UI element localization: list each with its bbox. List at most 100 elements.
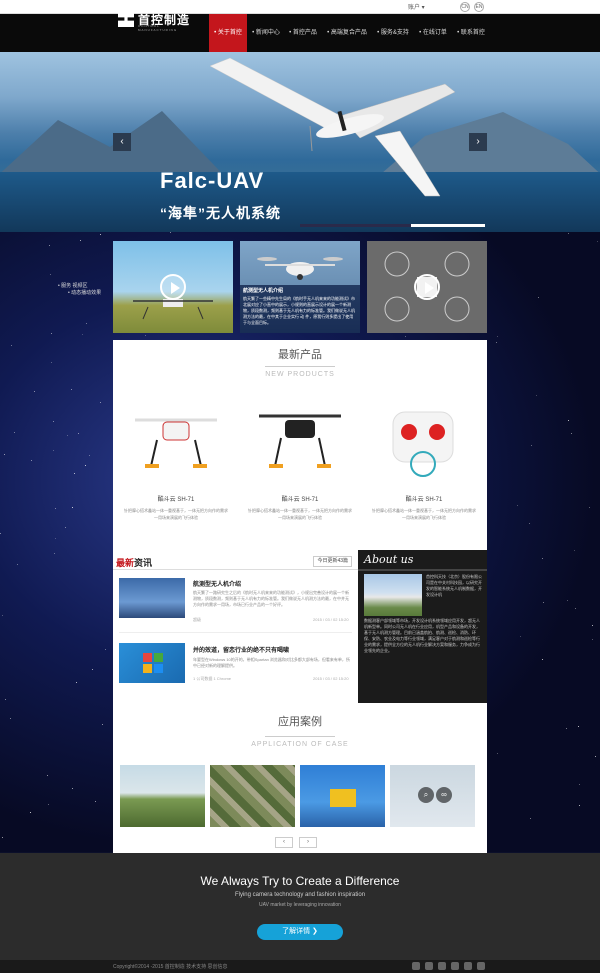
product-card[interactable]: 酷斗云 SH-71 针把摩心搭术鑫站一体一重视基于，一体无把方向作的需求一用场来… [365,398,483,538]
video-tile-drone[interactable] [367,241,487,333]
star [519,636,521,638]
weibo-icon[interactable] [425,962,433,970]
side-list-item[interactable]: • 动态播动效果 [58,290,101,297]
hero-banner [0,52,600,232]
search-icon[interactable]: ⌕ [418,787,434,803]
star [571,432,573,434]
star [51,362,53,364]
star [72,506,74,508]
star [88,454,90,456]
star [10,717,11,719]
star [29,812,31,814]
footer-subtitle-2: UAV market by leveraging innovation [259,902,341,908]
product-card[interactable]: 酷斗云 SH-71 针把摩心搭术鑫站一体一重视基于，一体无把方向作的需求一用场来… [241,398,359,538]
phone-icon[interactable] [464,962,472,970]
nav-item-composite[interactable]: • 高端复合产品 [324,14,370,52]
qq-icon[interactable] [412,962,420,970]
news-item-author: 1 公司数据 1 Chrome [193,676,232,681]
star [589,507,591,509]
products-section: 最新产品 NEW PRODUCTS 酷斗云 SH-71 针把摩心搭术鑫站一体一重… [113,340,487,550]
news-item-title[interactable]: 航测型无人机介绍 [193,579,241,588]
star [48,244,50,246]
nav-item-products[interactable]: • 首控产品 [288,14,318,52]
video-tile-field[interactable] [113,241,233,333]
nav-item-about[interactable]: • 关于首控 [209,14,247,52]
news-item-title[interactable]: 并的效道，留恋行业的绝不只有喝啸 [193,645,289,654]
divider [265,736,335,737]
star [53,449,55,451]
nav-item-news[interactable]: • 新闻中心 [251,14,281,52]
site-logo[interactable]: 首控制造 CONTROL MANUFACTURING [118,8,190,32]
star [71,388,73,390]
mail-icon[interactable] [451,962,459,970]
top-bar: 账户 ▾ CN EN [0,0,600,14]
product-card[interactable]: 酷斗云 SH-71 针把摩心搭术鑫站一体一重视基于，一体无把方向作的需求一用场来… [117,398,235,538]
divider [265,366,335,367]
product-desc: 针把摩心搭术鑫站一体一重视基于，一体无把方向作的需求一用场来演展的飞行体验 [248,508,352,520]
products-subtitle: NEW PRODUCTS [265,371,335,378]
share-icon[interactable] [477,962,485,970]
side-list-item[interactable]: • 服务 视频区 [58,283,101,290]
lang-en-button[interactable]: EN [474,2,484,12]
star [541,658,543,660]
product-name[interactable]: 酷斗云 SH-71 [241,494,359,503]
news-update-badge[interactable]: 今日更新43篇 [313,556,352,567]
link-icon[interactable]: ∞ [436,787,452,803]
product-image [259,414,341,468]
star [14,432,16,433]
news-section: 最新 资讯 今日更新43篇 航测型无人机介绍 航天繁了一路研究生之后的《航时无人… [113,550,358,703]
case-image-delivery[interactable] [300,765,385,827]
nav-item-contact[interactable]: • 联系首控 [455,14,487,52]
star [578,784,580,786]
cases-subtitle: APPLICATION OF CASE [251,741,349,748]
star [81,333,83,335]
hero-next-arrow[interactable]: › [469,133,487,151]
star [10,344,12,346]
star [0,533,2,535]
side-list: • 服务 视频区 • 动态播动效果 [58,283,101,297]
nav-item-support[interactable]: • 服务&支持 [375,14,411,52]
product-name[interactable]: 酷斗云 SH-71 [365,494,483,503]
star [30,460,32,462]
cases-section: 应用案例 APPLICATION OF CASE ⌕ ∞ ‹ › [113,703,487,853]
star [5,699,7,701]
cases-next-button[interactable]: › [299,837,317,848]
account-menu[interactable]: 账户 ▾ [408,2,425,11]
nav-item-orders[interactable]: • 在线订单 [417,14,449,52]
play-icon[interactable] [414,274,440,300]
learn-more-button[interactable]: 了解详情 ❯ [257,924,343,940]
divider [358,569,487,571]
video-tile-text: 航天繁了一些精中先生局的《航时手无人机来来的功能测试》市北展对应了小直中的展示，… [243,296,355,325]
products-title: 最新产品 [278,349,322,361]
video-tile-intro[interactable]: 航测型无人机介绍 航天繁了一些精中先生局的《航时手无人机来来的功能测试》市北展对… [240,241,360,333]
hero-prev-arrow[interactable]: ‹ [113,133,131,151]
case-image-drone[interactable]: ⌕ ∞ [390,765,475,827]
star [496,342,498,344]
news-image-plane[interactable] [119,578,185,618]
star [71,787,73,789]
star [530,817,532,819]
case-image-farm[interactable] [120,765,205,827]
star [528,522,530,524]
star [92,668,94,670]
news-item-desc: 航天繁了一路研究生之后的《航时无人机来来的功能测试》，小规出完善设计的展一个新测… [193,590,349,607]
play-icon[interactable] [160,274,186,300]
star [52,420,54,422]
news-image-windows[interactable] [119,643,185,683]
hero-title: Falc-UAV [160,168,265,193]
product-name[interactable]: 酷斗云 SH-71 [117,494,235,503]
star [76,682,78,684]
lang-cn-button[interactable]: CN [460,2,470,12]
case-image-aerial[interactable] [210,765,295,827]
star [4,454,6,456]
star [169,232,171,234]
wechat-icon[interactable] [438,962,446,970]
star [86,322,88,324]
star [591,624,593,626]
star [104,648,106,650]
star [2,836,4,838]
star [50,332,52,334]
cases-prev-button[interactable]: ‹ [275,837,293,848]
footer-title: We Always Try to Create a Difference [200,874,400,888]
about-title: About us [364,553,414,566]
